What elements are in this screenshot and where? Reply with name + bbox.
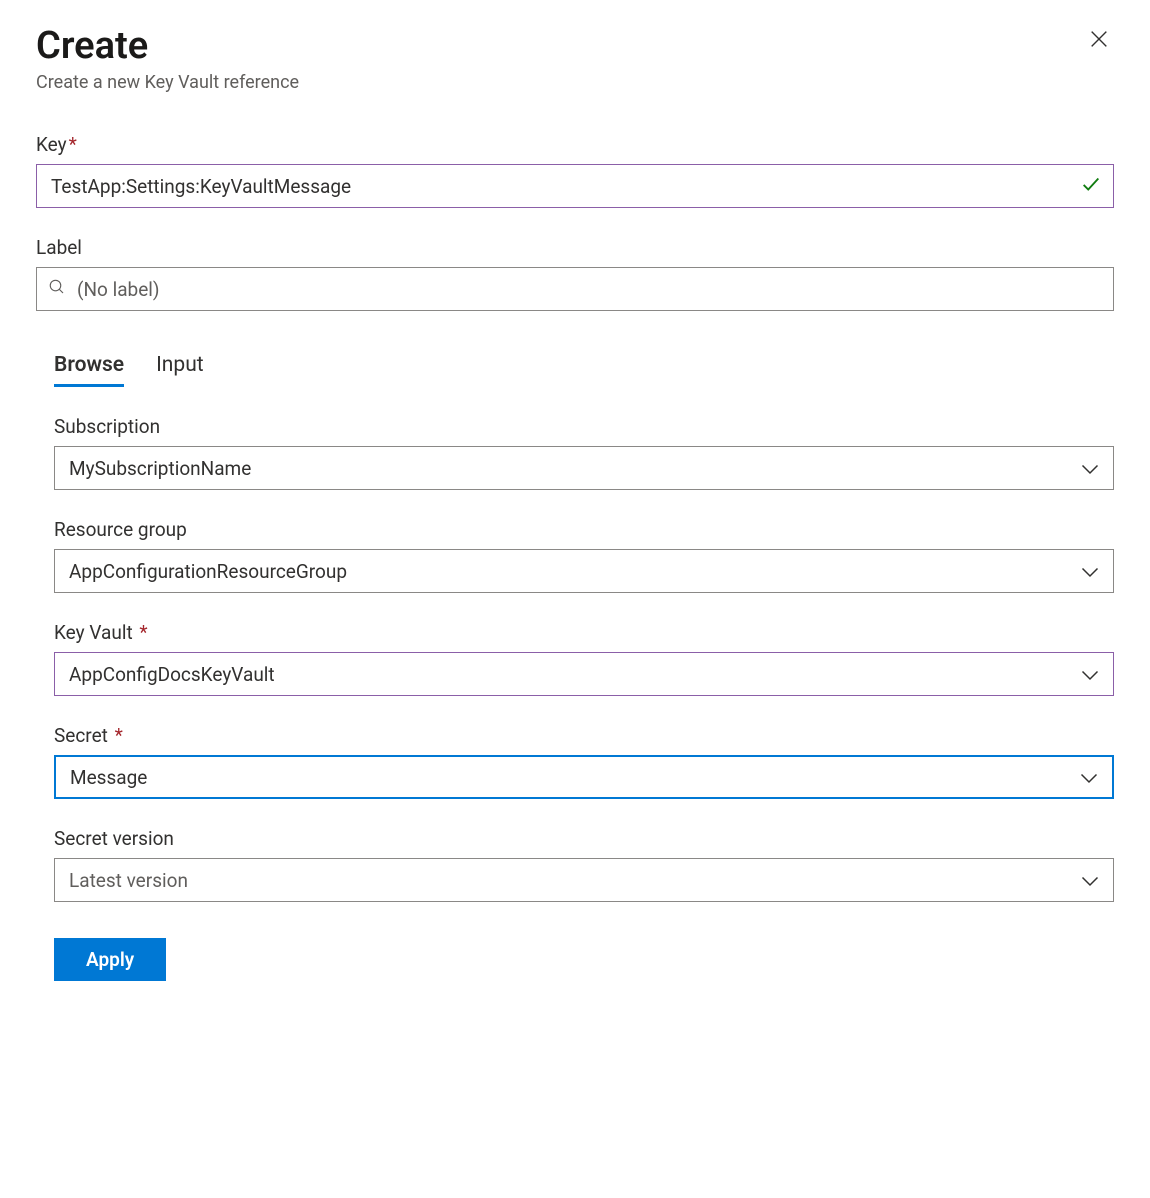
required-asterisk: * xyxy=(69,133,77,156)
key-label: Key* xyxy=(36,133,1114,156)
secret-version-value: Latest version xyxy=(69,869,188,892)
chevron-down-icon xyxy=(1081,869,1099,892)
search-icon xyxy=(48,278,66,300)
secret-label: Secret * xyxy=(54,724,1114,747)
secret-version-dropdown[interactable]: Latest version xyxy=(54,858,1114,902)
required-asterisk: * xyxy=(110,724,123,747)
label-input[interactable] xyxy=(36,267,1114,311)
close-icon xyxy=(1088,28,1110,53)
key-vault-value: AppConfigDocsKeyVault xyxy=(69,663,275,686)
checkmark-icon xyxy=(1080,173,1102,199)
required-asterisk: * xyxy=(135,621,148,644)
chevron-down-icon xyxy=(1081,663,1099,686)
resource-group-value: AppConfigurationResourceGroup xyxy=(69,560,347,583)
resource-group-dropdown[interactable]: AppConfigurationResourceGroup xyxy=(54,549,1114,593)
apply-button[interactable]: Apply xyxy=(54,938,166,981)
subscription-dropdown[interactable]: MySubscriptionName xyxy=(54,446,1114,490)
tab-browse[interactable]: Browse xyxy=(54,349,124,387)
secret-dropdown[interactable]: Message xyxy=(54,755,1114,799)
secret-value: Message xyxy=(70,766,147,789)
chevron-down-icon xyxy=(1081,560,1099,583)
secret-label-text: Secret xyxy=(54,724,108,747)
close-button[interactable] xyxy=(1084,24,1114,57)
subscription-value: MySubscriptionName xyxy=(69,457,251,480)
key-input[interactable] xyxy=(36,164,1114,208)
resource-group-label: Resource group xyxy=(54,518,1114,541)
chevron-down-icon xyxy=(1080,766,1098,789)
label-label: Label xyxy=(36,236,1114,259)
key-vault-label: Key Vault * xyxy=(54,621,1114,644)
key-vault-label-text: Key Vault xyxy=(54,621,133,644)
page-subtitle: Create a new Key Vault reference xyxy=(36,72,299,93)
key-vault-dropdown[interactable]: AppConfigDocsKeyVault xyxy=(54,652,1114,696)
key-label-text: Key xyxy=(36,133,67,156)
tab-input[interactable]: Input xyxy=(156,349,204,387)
chevron-down-icon xyxy=(1081,457,1099,480)
subscription-label: Subscription xyxy=(54,415,1114,438)
page-title: Create xyxy=(36,24,299,68)
secret-version-label: Secret version xyxy=(54,827,1114,850)
